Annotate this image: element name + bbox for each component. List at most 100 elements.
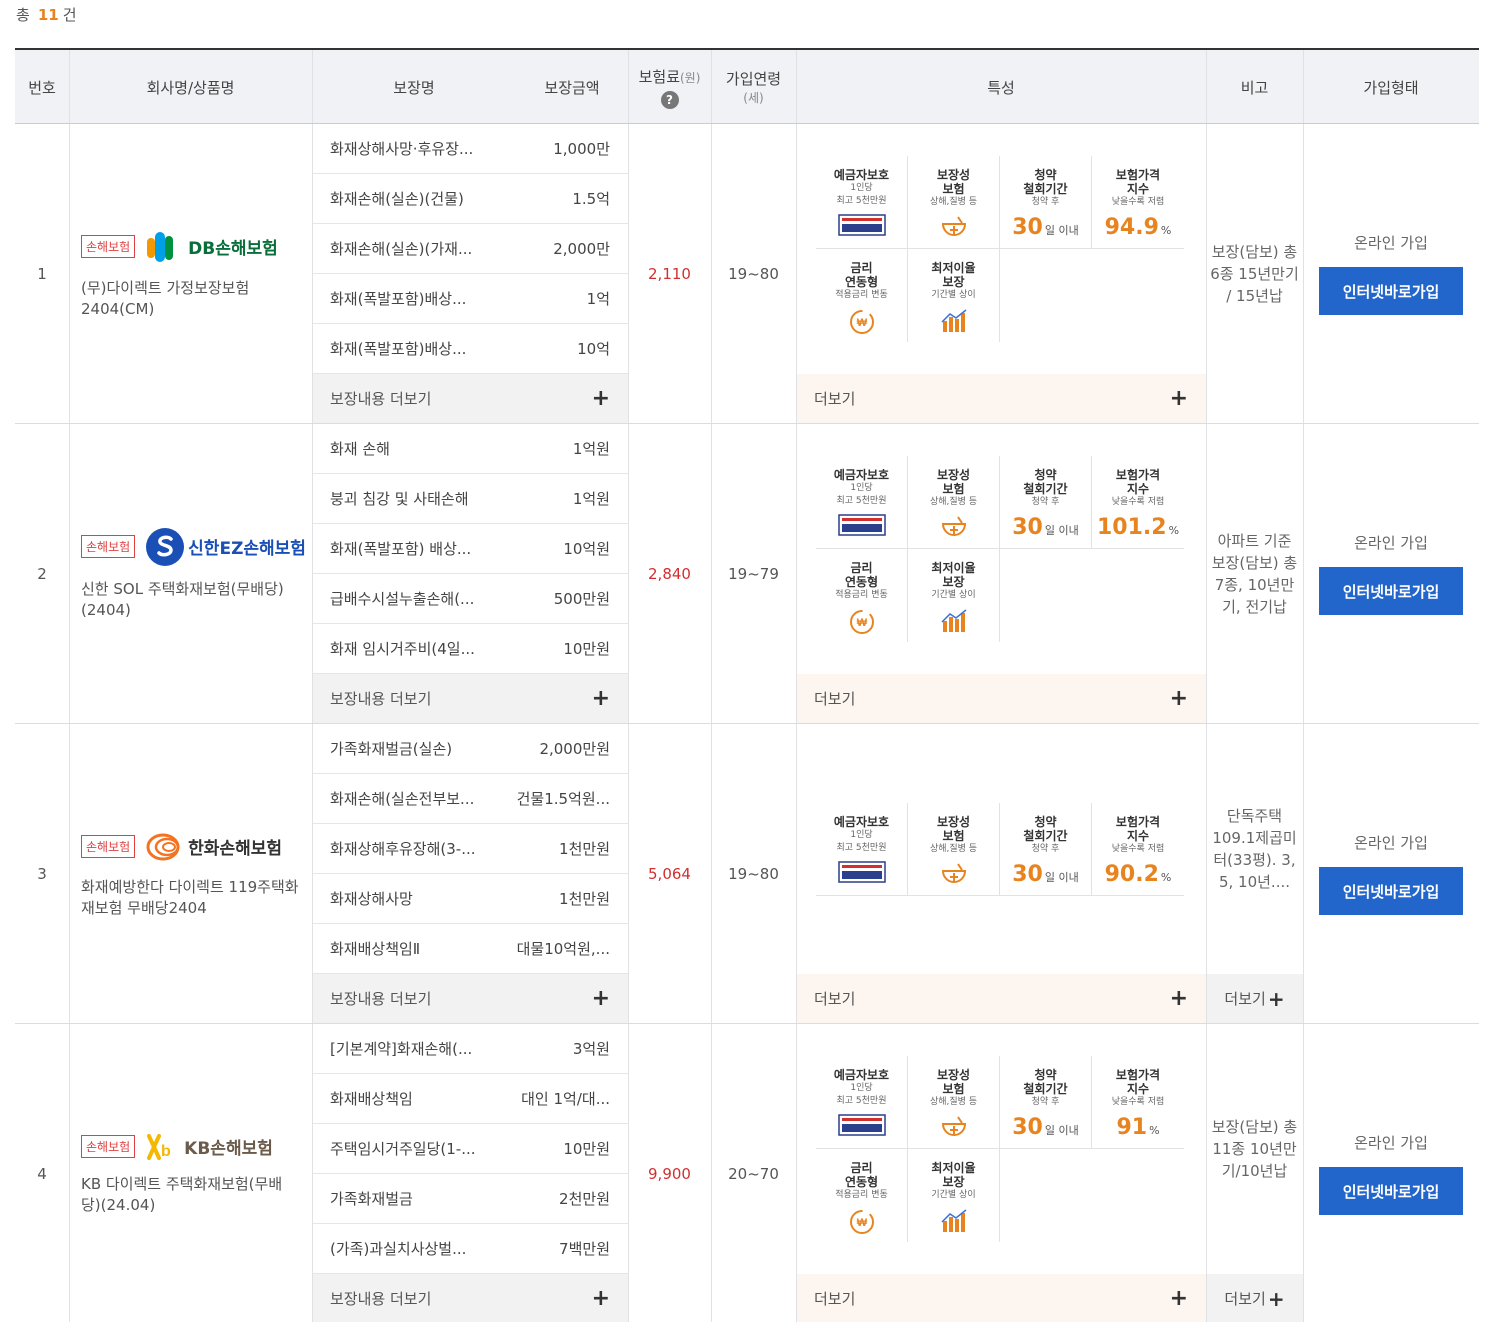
feature-grid: 예금자보호 1인당 최고 5천만원 보장성 보험 상해,질병 등 청약 철회기간 청약 후 30 일… (816, 156, 1186, 342)
coverage-name: 화재손해(실손)(건물) (330, 190, 464, 208)
feature-sub: 청약 후 (1031, 1097, 1060, 1107)
feature-title: 연동형 (844, 1175, 879, 1189)
product-name: (무)다이렉트 가정보장보험 2404(CM) (81, 278, 250, 318)
price-index-value: 94.9% (1104, 215, 1172, 240)
feature-sub: 낮을수록 저렴 (1111, 843, 1165, 854)
header-num: 번호 (15, 50, 69, 124)
feature-sub: 낮을수록 저렴 (1111, 497, 1165, 507)
coverage-name: 화재손해(실손)(가재... (330, 240, 473, 258)
feature-min-rate: 최저이율 보장 기간별 상이 (908, 549, 1000, 642)
feature-more-button[interactable]: 더보기 + (796, 374, 1206, 423)
coverage-more-label: 보장내용 더보기 (330, 1290, 432, 1308)
feature-title: 철회기간 (1023, 1082, 1068, 1096)
product-cell: 손해보험 신한EZ손해보험 신한 SOL 주택화재보험(무배당)(2404) (69, 424, 312, 723)
premium-value: 5,064 (648, 864, 691, 883)
note-more-button[interactable]: 더보기 + (1206, 974, 1303, 1023)
features-cell: 예금자보호 1인당 최고 5천만원 보장성 보험 상해,질병 등 청약 철회기간 청약 후 30 일… (796, 124, 1206, 423)
feature-sub: 적용금리 변동 (835, 590, 888, 600)
coverage-name: 가족화재벌금 (330, 1190, 413, 1208)
feature-min-rate: 최저이율 보장 기간별 상이 (908, 249, 1000, 342)
feature-grid: 예금자보호 1인당 최고 5천만원 보장성 보험 상해,질병 등 청약 철회기간 청약 후 30 일… (816, 456, 1186, 642)
feature-title: 철회기간 (1023, 828, 1068, 843)
result-count-number: 11 (37, 6, 59, 24)
coverage-row: 화재상해사망·후유장... 1,000만 (312, 124, 628, 174)
feature-sub: 1인당 (850, 183, 873, 193)
feature-title: 연동형 (844, 575, 879, 589)
internet-join-button[interactable]: 인터넷바로가입 (1319, 567, 1463, 615)
features-cell: 예금자보호 1인당 최고 5천만원 보장성 보험 상해,질병 등 청약 철회기간 청약 후 30 일… (796, 1024, 1206, 1322)
price-index-value: 90.2% (1104, 861, 1172, 887)
coverage-name: 가족화재벌금(실손) (330, 740, 453, 758)
feature-grid: 예금자보호 1인당 최고 5천만원 보장성 보험 상해,질병 등 청약 철회기간 청약 후 30 일… (816, 1056, 1186, 1242)
note-more-button[interactable]: 더보기 + (1206, 1274, 1303, 1322)
result-count-prefix: 총 (16, 6, 30, 24)
feature-sub: 1인당 (850, 1083, 873, 1093)
product-name: KB 다이렉트 주택화재보험(무배당)(24.04) (81, 1174, 283, 1214)
product-cell: 손해보험 한화손해보험 화재예방한다 다이렉트 119주택화재보험 무배당2404 (69, 724, 312, 1023)
coverage-more-button[interactable]: 보장내용 더보기 + (312, 974, 628, 1023)
internet-join-button[interactable]: 인터넷바로가입 (1319, 867, 1463, 915)
coverage-row: 화재손해(실손)(건물) 1.5억 (312, 174, 628, 224)
coverage-more-button[interactable]: 보장내용 더보기 + (312, 1274, 628, 1322)
feature-protection-insurance: 보장성 보험 상해,질병 등 (908, 802, 1000, 896)
rate-linked-icon: ₩ (848, 608, 876, 640)
feature-title: 예금자보호 (833, 168, 890, 182)
premium-value: 2,110 (648, 264, 691, 283)
coverage-row: 가족화재벌금 2천만원 (312, 1174, 628, 1224)
feature-more-button[interactable]: 더보기 + (796, 974, 1206, 1023)
age-range: 19~80 (728, 264, 779, 283)
row-number: 3 (37, 864, 47, 883)
coverage-row: 화재배상책임Ⅱ 대물10억원,... (312, 924, 628, 974)
header-note-label: 비고 (1240, 78, 1269, 97)
join-cell: 온라인 가입인터넷바로가입 (1303, 1024, 1479, 1322)
feature-sub: 상해,질병 등 (929, 497, 978, 507)
join-type: 온라인 가입 (1354, 234, 1428, 252)
note-cell: 보장(담보) 총 11종 10년만기/10년납 더보기 + (1206, 1024, 1303, 1322)
header-join-label: 가입형태 (1363, 78, 1419, 97)
feature-title: 금리 (850, 261, 873, 275)
insurance-table: 번호 회사명/상품명 보장명 보장금액 보험료(원) ? 가입연령 (세) 특성… (15, 48, 1479, 1322)
join-cell: 온라인 가입 인터넷바로가입 (1303, 724, 1479, 1023)
feature-more-button[interactable]: 더보기 + (796, 674, 1206, 723)
coverage-amount: 1.5억 (572, 190, 610, 208)
product-cell: 손해보험 DB손해보험 (무)다이렉트 가정보장보험 2404(CM) (69, 124, 312, 423)
feature-more-label: 더보기 (814, 390, 856, 408)
coverage-amount: 1억 (586, 290, 610, 308)
feature-sub: 청약 후 (1031, 843, 1060, 854)
header-premium-label: 보험료 (638, 67, 680, 86)
coverage-name: 화재 손해 (330, 440, 390, 458)
feature-sub: 기간별 상이 (931, 290, 976, 300)
coverage-more-button[interactable]: 보장내용 더보기 + (312, 674, 628, 723)
coverage-amount: 1천만원 (559, 840, 610, 858)
coverage-more-button[interactable]: 보장내용 더보기 + (312, 374, 628, 423)
feature-protection-insurance: 보장성 보험 상해,질병 등 (908, 456, 1000, 549)
rate-linked-icon: ₩ (848, 1208, 876, 1240)
coverage-amount: 10억 (577, 340, 610, 358)
coverage-row: 화재상해사망 1천만원 (312, 874, 628, 924)
rate-linked-icon: ₩ (848, 308, 876, 340)
help-question-icon[interactable]: ? (660, 90, 679, 109)
plus-icon: + (1267, 1286, 1285, 1311)
svg-text:₩: ₩ (856, 1217, 867, 1229)
min-rate-chart-icon (940, 1208, 968, 1238)
company-name: KB손해보험 (184, 1139, 273, 1159)
internet-join-button[interactable]: 인터넷바로가입 (1319, 267, 1463, 315)
protection-bowl-icon (940, 215, 968, 243)
feature-sub: 적용금리 변동 (835, 1190, 888, 1200)
join-type: 온라인 가입 (1354, 534, 1428, 552)
feature-title: 보장성 (936, 168, 971, 182)
join-type: 온라인 가입 (1354, 1134, 1428, 1152)
feature-protection-insurance: 보장성 보험 상해,질병 등 (908, 156, 1000, 249)
age-range: 19~80 (728, 864, 779, 883)
coverage-row: [기본계약]화재손해(... 3억원 (312, 1024, 628, 1074)
feature-sub: 1인당 (850, 483, 873, 493)
row-number: 2 (37, 564, 47, 583)
plus-icon: + (591, 1285, 610, 1311)
feature-more-button[interactable]: 더보기 + (796, 1274, 1206, 1322)
feature-sub: 최고 5천만원 (836, 842, 887, 853)
internet-join-button[interactable]: 인터넷바로가입 (1319, 1167, 1463, 1215)
coverage-amount: 3억원 (572, 1040, 610, 1058)
note-cell: 아파트 기준 보장(담보) 총 7종, 10년만기, 전기납 (1206, 424, 1303, 723)
note-more-label: 더보기 (1224, 1290, 1266, 1308)
deposit-protection-icon (837, 214, 886, 240)
